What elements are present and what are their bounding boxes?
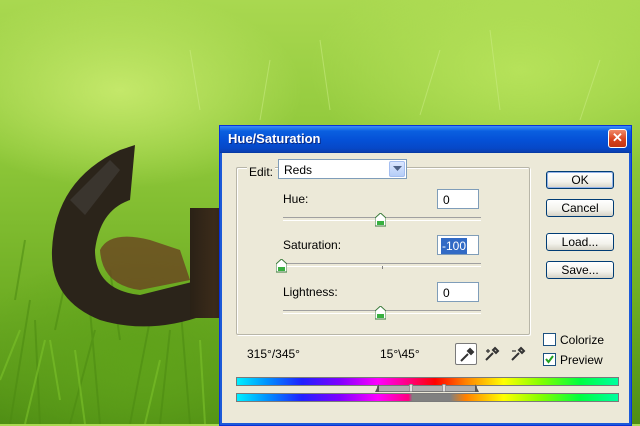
lightness-slider-thumb[interactable] — [375, 306, 386, 320]
edit-dropdown-value: Reds — [284, 163, 313, 177]
range-right-falloff-handle[interactable] — [475, 384, 479, 392]
eyedropper-minus-tool[interactable] — [507, 343, 529, 365]
hue-slider-thumb[interactable] — [375, 213, 386, 227]
eyedropper-icon — [460, 347, 475, 362]
title-bar[interactable]: Hue/Saturation ✕ — [220, 126, 631, 153]
output-color-spectrum — [236, 393, 619, 402]
chevron-down-icon[interactable] — [389, 161, 405, 177]
eyedropper-plus-tool[interactable] — [481, 343, 503, 365]
hue-value: 0 — [443, 193, 450, 207]
preview-checkbox[interactable] — [543, 353, 556, 366]
hue-saturation-dialog: Hue/Saturation ✕ Edit: Reds Hue: 0 Satur… — [219, 125, 632, 426]
lightness-input[interactable]: 0 — [437, 282, 479, 302]
color-range-slider[interactable] — [377, 385, 477, 392]
dialog-body: Edit: Reds Hue: 0 Saturation: -100 Light… — [223, 153, 628, 422]
edit-label: Edit: — [247, 165, 276, 179]
preview-label: Preview — [560, 353, 603, 367]
range-left-falloff-handle[interactable] — [375, 384, 379, 392]
colorize-checkbox[interactable] — [543, 333, 556, 346]
saturation-label: Saturation: — [283, 238, 342, 252]
save-button[interactable]: Save... — [546, 261, 614, 279]
hue-label: Hue: — [283, 192, 309, 206]
eyedropper-tool[interactable] — [455, 343, 477, 365]
saturation-center-tick — [382, 266, 383, 269]
edit-dropdown[interactable]: Reds — [278, 159, 407, 179]
lightness-value: 0 — [443, 286, 450, 300]
range-right-handle[interactable] — [442, 384, 446, 392]
right-angle-readout: 15°\45° — [380, 347, 420, 361]
checkmark-icon — [545, 355, 554, 364]
colorize-label: Colorize — [560, 333, 605, 347]
close-icon: ✕ — [612, 130, 623, 145]
saturation-slider-thumb[interactable] — [276, 259, 287, 273]
lightness-label: Lightness: — [283, 285, 338, 299]
hue-input[interactable]: 0 — [437, 189, 479, 209]
letter-c-object — [51, 145, 205, 327]
eyedropper-minus-icon — [511, 346, 526, 361]
range-left-handle[interactable] — [409, 384, 413, 392]
close-button[interactable]: ✕ — [608, 129, 627, 148]
left-angle-readout: 315°/345° — [247, 347, 300, 361]
load-button[interactable]: Load... — [546, 233, 614, 251]
ok-button[interactable]: OK — [546, 171, 614, 189]
eyedropper-plus-icon — [485, 346, 500, 361]
dialog-title: Hue/Saturation — [228, 131, 321, 146]
saturation-value: -100 — [441, 238, 468, 254]
saturation-input[interactable]: -100 — [437, 235, 479, 255]
cancel-button[interactable]: Cancel — [546, 199, 614, 217]
